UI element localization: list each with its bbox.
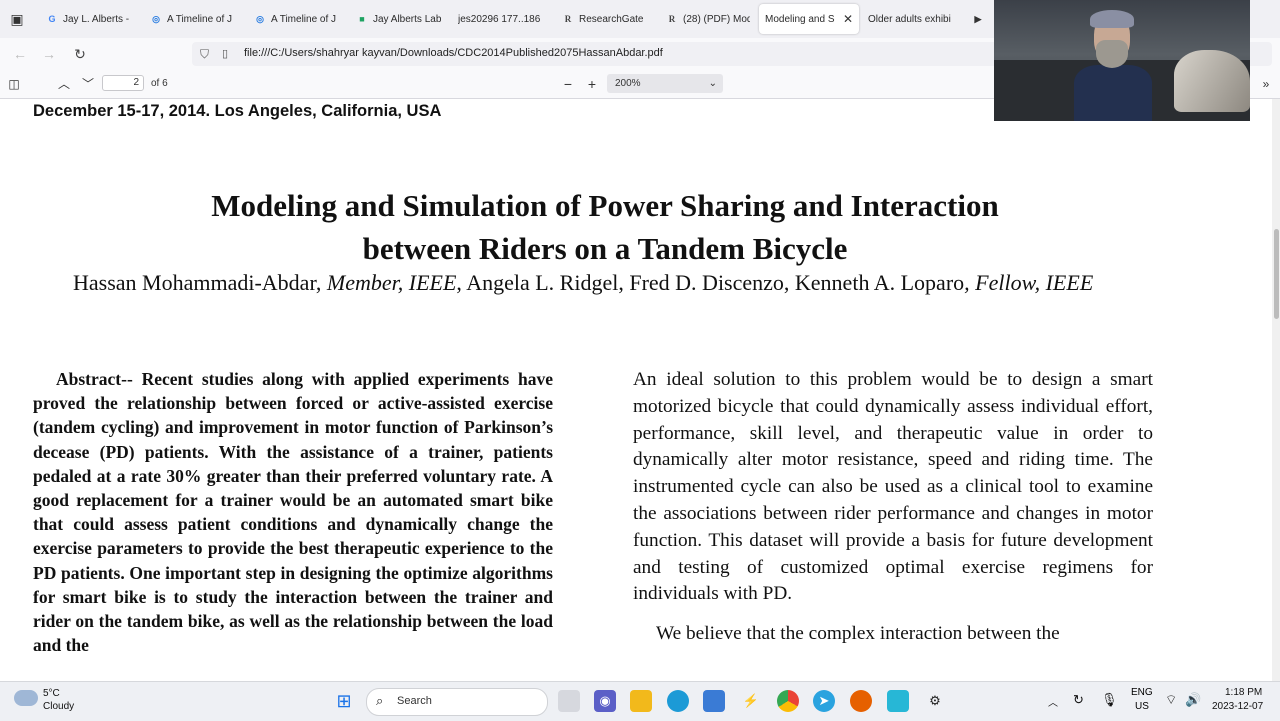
page-number-input[interactable]: 2 — [102, 75, 144, 91]
right-column: An ideal solution to this problem would … — [633, 367, 1153, 648]
tab-label: (28) (PDF) Mod — [683, 13, 750, 25]
abstract-lead: Abstract-- — [56, 369, 133, 389]
tab-jay-alberts-lab[interactable]: ■ Jay Alberts Lab — [350, 4, 450, 34]
zoom-in-icon[interactable]: + — [582, 74, 602, 94]
author-1-role: Member, IEEE — [326, 270, 457, 295]
author-1: Hassan Mohammadi-Abdar, — [73, 270, 322, 295]
tab-jes20296[interactable]: jes20296 177..186 — [452, 4, 552, 34]
tab-label: Jay Alberts Lab — [373, 13, 442, 25]
cloud-icon[interactable] — [14, 690, 38, 706]
page-icon: ▯ — [222, 48, 229, 60]
search-label: Search — [397, 695, 432, 707]
more-tools-icon[interactable]: » — [1256, 74, 1276, 94]
pdf-page: December 15-17, 2014. Los Angeles, Calif… — [0, 99, 1280, 681]
title-line-1: Modeling and Simulation of Power Sharing… — [211, 188, 999, 223]
researchgate-icon: R — [564, 14, 572, 24]
clock-time[interactable]: 1:18 PM — [1225, 687, 1262, 698]
back-icon[interactable]: ← — [10, 44, 30, 64]
scrollbar-thumb[interactable] — [1274, 229, 1279, 319]
person-cap — [1090, 10, 1134, 28]
task-view-icon[interactable] — [558, 690, 580, 712]
title-line-2: between Riders on a Tandem Bicycle — [362, 231, 848, 266]
webcam-overlay — [994, 0, 1250, 121]
next-page-icon[interactable]: ﹀ — [78, 74, 98, 94]
tab-timeline-2[interactable]: ◎ A Timeline of J — [248, 4, 348, 34]
chevron-down-icon: ⌄ — [708, 78, 717, 89]
firefox-icon[interactable] — [850, 690, 872, 712]
lab-site-icon: ■ — [359, 14, 365, 24]
abstract: Abstract-- Recent studies along with app… — [33, 367, 553, 657]
tab-modeling-active[interactable]: Modeling and S ✕ — [759, 4, 859, 34]
zoom-out-icon[interactable]: − — [558, 74, 578, 94]
google-icon: G — [48, 14, 56, 24]
dog — [1174, 50, 1250, 112]
chat-icon[interactable]: ◉ — [594, 690, 616, 712]
sync-icon[interactable]: ↻ — [1073, 692, 1084, 708]
tab-label: Older adults exhibi — [868, 13, 951, 25]
authors-rest: , Angela L. Ridgel, Fred D. Discenzo, Ke… — [456, 270, 965, 295]
url-text[interactable]: file:///C:/Users/shahryar kayvan/Downloa… — [244, 47, 663, 59]
store-icon[interactable] — [703, 690, 725, 712]
notepad-icon[interactable] — [887, 690, 909, 712]
site-icon: ◎ — [256, 14, 264, 24]
settings-icon[interactable]: ⚙ — [924, 690, 946, 712]
clock-date[interactable]: 2023-12-07 — [1212, 701, 1263, 712]
show-hidden-icons[interactable]: ︿ — [1048, 694, 1058, 709]
tab-older-adults[interactable]: Older adults exhibi — [862, 4, 962, 34]
telegram-icon[interactable]: ➤ — [813, 690, 835, 712]
edge-icon[interactable] — [667, 690, 689, 712]
wifi-icon[interactable]: ⌔ — [1165, 692, 1177, 708]
person-body — [1074, 65, 1152, 121]
tab-timeline-1[interactable]: ◎ A Timeline of J — [144, 4, 244, 34]
person — [1074, 10, 1152, 121]
zoom-value: 200% — [615, 78, 641, 89]
paper-title: Modeling and Simulation of Power Sharing… — [60, 184, 1150, 270]
search-icon: ⌕ — [376, 693, 384, 708]
tab-pdf-mod[interactable]: R (28) (PDF) Mod — [660, 4, 756, 34]
reload-icon[interactable]: ↻ — [70, 44, 90, 64]
tab-jay-alberts[interactable]: G Jay L. Alberts - — [40, 4, 140, 34]
forward-icon[interactable]: → — [39, 44, 59, 64]
authors-last-role: , Fellow, IEEE — [964, 270, 1094, 295]
person-beard — [1096, 40, 1128, 68]
zoom-select[interactable]: 200% ⌄ — [607, 74, 723, 93]
author-list: Hassan Mohammadi-Abdar, Member, IEEE, An… — [73, 268, 1153, 298]
input-region[interactable]: US — [1135, 701, 1149, 712]
tab-video[interactable]: ▶ P — [966, 4, 994, 34]
abstract-text: Recent studies along with applied experi… — [33, 369, 553, 656]
tab-label: A Timeline of J — [167, 13, 233, 25]
file-explorer-icon[interactable] — [630, 690, 652, 712]
scrollbar[interactable] — [1272, 99, 1280, 681]
page-count: of 6 — [151, 78, 168, 89]
site-icon: ◎ — [152, 14, 160, 24]
taskbar: 5°C Cloudy ⊞ ⌕ Search ◉ ⚡ ➤ ⚙ ︿ ↻ 🎙 ENG … — [0, 681, 1280, 721]
app-icon[interactable]: ⚡ — [740, 690, 762, 712]
input-language[interactable]: ENG — [1131, 687, 1153, 698]
conference-line: December 15-17, 2014. Los Angeles, Calif… — [33, 102, 442, 120]
play-icon: ▶ — [974, 14, 982, 24]
tab-label: Jay L. Alberts - — [63, 13, 130, 25]
tab-label: A Timeline of J — [271, 13, 337, 25]
tab-label: Modeling and S — [765, 13, 835, 25]
microphone-icon[interactable]: 🎙 — [1101, 692, 1118, 708]
previous-page-icon[interactable]: ︿ — [54, 74, 74, 94]
weather-temperature[interactable]: 5°C — [43, 688, 60, 699]
tab-label: jes20296 177..186 — [458, 13, 541, 25]
paragraph: We believe that the complex interaction … — [656, 623, 1060, 645]
weather-condition[interactable]: Cloudy — [43, 701, 74, 712]
researchgate-icon: R — [668, 14, 676, 24]
tab-label: ResearchGate — [579, 13, 644, 25]
paragraph: An ideal solution to this problem would … — [633, 369, 1153, 605]
chrome-icon[interactable] — [777, 690, 799, 712]
taskbar-search[interactable]: ⌕ Search — [366, 688, 548, 716]
shield-icon[interactable]: ⛉ — [200, 47, 209, 62]
tab-list-icon[interactable]: ▣ — [6, 8, 28, 30]
sidebar-toggle-icon[interactable]: ◫ — [4, 74, 24, 94]
tab-researchgate[interactable]: R ResearchGate — [556, 4, 656, 34]
volume-icon[interactable]: 🔊 — [1185, 692, 1201, 708]
windows-start-icon[interactable]: ⊞ — [333, 690, 355, 712]
close-tab-icon[interactable]: ✕ — [843, 12, 853, 26]
